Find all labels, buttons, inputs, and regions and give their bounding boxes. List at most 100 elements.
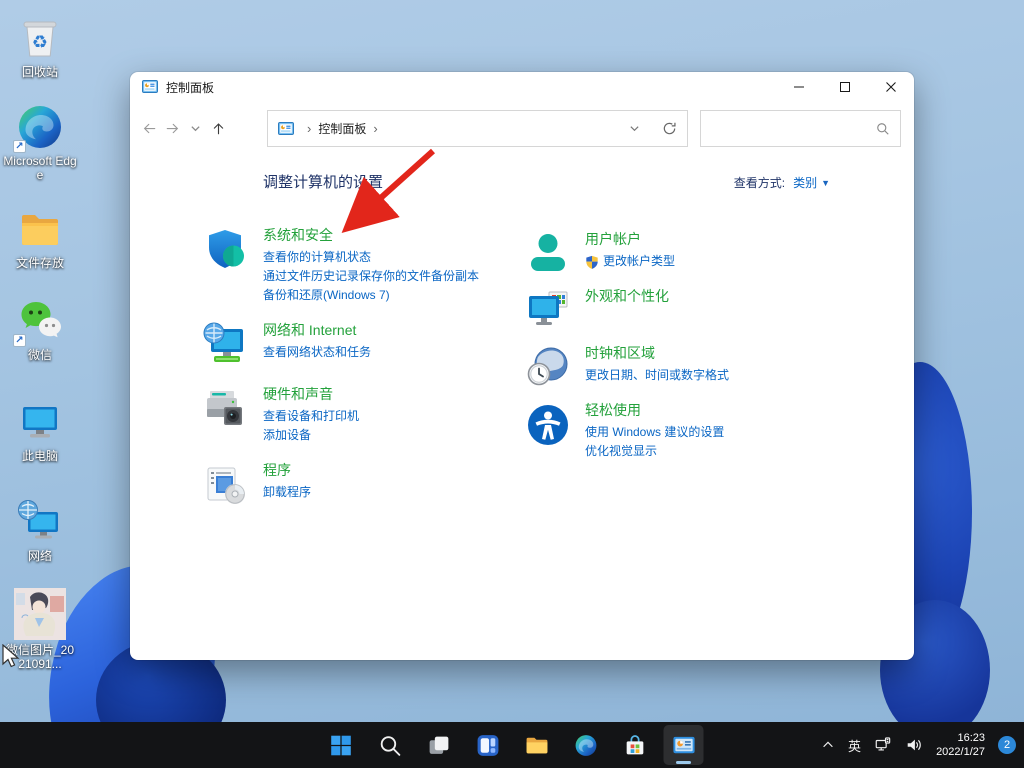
- image-file-icon: [14, 588, 66, 640]
- recycle-bin-icon: ♻: [16, 14, 64, 62]
- category-title-link[interactable]: 硬件和声音: [263, 384, 359, 404]
- category-network-internet: 网络和 Internet 查看网络状态和任务: [202, 317, 524, 369]
- category-sub-link[interactable]: 查看设备和打印机: [263, 407, 359, 426]
- desktop-icon-label: 回收站: [22, 65, 58, 79]
- desktop: ♻回收站↗Microsoft Edge文件存放↗微信此电脑网络微信图片_2021…: [0, 0, 1024, 768]
- up-icon[interactable]: [211, 116, 226, 140]
- user-accounts-icon: [524, 230, 572, 278]
- taskbar-store-button[interactable]: [615, 725, 655, 765]
- category-title-link[interactable]: 程序: [263, 460, 311, 480]
- close-button[interactable]: [868, 72, 914, 102]
- desktop-icon-this-pc[interactable]: 此电脑: [2, 398, 78, 463]
- history-chevron-icon[interactable]: [188, 116, 203, 140]
- window-titlebar[interactable]: 控制面板: [130, 72, 914, 102]
- taskbar-edge-button[interactable]: [566, 725, 606, 765]
- back-icon[interactable]: [142, 116, 157, 140]
- category-sub-link[interactable]: 卸载程序: [263, 483, 311, 502]
- category-sub-link[interactable]: 使用 Windows 建议的设置: [585, 423, 724, 442]
- category-sub-link[interactable]: 通过文件历史记录保存你的文件备份副本: [263, 267, 479, 286]
- sub-link-label: 添加设备: [263, 426, 311, 445]
- sub-link-label: 卸载程序: [263, 483, 311, 502]
- taskbar-search-button[interactable]: [370, 725, 410, 765]
- tray-date: 2022/1/27: [936, 745, 985, 759]
- category-text: 用户帐户更改帐户类型: [585, 226, 675, 278]
- task-view-icon: [426, 733, 451, 758]
- mouse-cursor: [1, 644, 23, 670]
- widgets-icon: [475, 733, 500, 758]
- category-hardware-sound: 硬件和声音查看设备和打印机添加设备: [202, 381, 524, 445]
- search-icon: [377, 733, 402, 758]
- taskbar-control-panel-button[interactable]: [664, 725, 704, 765]
- category-sub-link[interactable]: 更改帐户类型: [585, 252, 675, 271]
- network-tray-icon[interactable]: [874, 736, 892, 754]
- view-by-dropdown[interactable]: 类别 ▼: [793, 174, 830, 191]
- category-list: 系统和安全查看你的计算机状态通过文件历史记录保存你的文件备份副本备份和还原(Wi…: [202, 222, 874, 509]
- desktop-icon-label: Microsoft Edge: [3, 154, 77, 182]
- category-title-link[interactable]: 网络和 Internet: [263, 320, 371, 340]
- category-title-link[interactable]: 系统和安全: [263, 225, 479, 245]
- category-title-link[interactable]: 轻松使用: [585, 400, 724, 420]
- category-text: 时钟和区域更改日期、时间或数字格式: [585, 340, 729, 392]
- sub-link-label: 使用 Windows 建议的设置: [585, 423, 724, 442]
- shortcut-arrow-icon: ↗: [13, 140, 26, 153]
- category-clock-region: 时钟和区域更改日期、时间或数字格式: [524, 340, 874, 392]
- notification-badge[interactable]: 2: [998, 736, 1016, 754]
- navigation-bar: › 控制面板 ›: [130, 104, 914, 153]
- minimize-button[interactable]: [776, 72, 822, 102]
- volume-icon[interactable]: [905, 736, 923, 754]
- maximize-button[interactable]: [822, 72, 868, 102]
- breadcrumb-control-panel[interactable]: 控制面板: [318, 120, 366, 137]
- address-bar[interactable]: › 控制面板 ›: [267, 110, 688, 147]
- desktop-icon-recycle-bin[interactable]: ♻ 回收站: [2, 14, 78, 79]
- tray-overflow-chevron-icon[interactable]: [821, 738, 835, 752]
- category-sub-link[interactable]: 备份和还原(Windows 7): [263, 286, 479, 305]
- view-by-label: 查看方式:: [734, 174, 785, 191]
- ease-of-access-icon: [524, 401, 572, 449]
- category-sub-link[interactable]: 查看你的计算机状态: [263, 248, 479, 267]
- taskbar-task-view-button[interactable]: [419, 725, 459, 765]
- forward-icon[interactable]: [165, 116, 180, 140]
- tray-time: 16:23: [936, 731, 985, 745]
- taskbar: 英 16:23 2022/1/27 2: [0, 722, 1024, 768]
- taskbar-widgets-button[interactable]: [468, 725, 508, 765]
- desktop-icon-network-pc[interactable]: 网络: [2, 498, 78, 563]
- category-sub-link[interactable]: 查看网络状态和任务: [263, 343, 371, 362]
- search-icon[interactable]: [876, 122, 890, 136]
- desktop-icon-wechat[interactable]: ↗微信: [2, 297, 78, 362]
- desktop-icon-label: 微信: [28, 348, 52, 362]
- refresh-icon[interactable]: [662, 121, 677, 136]
- desktop-icon-folder[interactable]: 文件存放: [2, 205, 78, 270]
- this-pc-icon: [16, 398, 64, 446]
- desktop-icon-edge[interactable]: ↗Microsoft Edge: [2, 103, 78, 182]
- category-security: 系统和安全查看你的计算机状态通过文件历史记录保存你的文件备份副本备份和还原(Wi…: [202, 222, 524, 305]
- window-title: 控制面板: [166, 79, 214, 96]
- ime-indicator[interactable]: 英: [848, 736, 861, 755]
- edge-icon: ↗: [16, 103, 64, 151]
- category-sub-link[interactable]: 添加设备: [263, 426, 359, 445]
- taskbar-file-explorer-button[interactable]: [517, 725, 557, 765]
- category-title-link[interactable]: 时钟和区域: [585, 343, 729, 363]
- category-appearance: 外观和个性化: [524, 283, 874, 335]
- control-panel-icon: [142, 79, 158, 95]
- breadcrumb-separator: ›: [307, 121, 311, 136]
- network-pc-icon: [16, 498, 64, 546]
- category-title-link[interactable]: 外观和个性化: [585, 286, 669, 306]
- file-explorer-icon: [524, 733, 549, 758]
- breadcrumb-separator: ›: [373, 121, 377, 136]
- category-title-link[interactable]: 用户帐户: [585, 229, 675, 249]
- sub-link-label: 查看设备和打印机: [263, 407, 359, 426]
- clock[interactable]: 16:23 2022/1/27: [936, 731, 985, 759]
- control-panel-window: 控制面板: [130, 72, 914, 660]
- category-sub-link[interactable]: 优化视觉显示: [585, 442, 724, 461]
- chevron-down-icon: ▼: [821, 178, 830, 188]
- desktop-icon-label: 文件存放: [16, 256, 64, 270]
- sub-link-label: 查看网络状态和任务: [263, 343, 371, 362]
- taskbar-start-button[interactable]: [321, 725, 361, 765]
- desktop-icon-label: 网络: [28, 549, 52, 563]
- search-input[interactable]: [711, 122, 876, 136]
- sub-link-label: 更改日期、时间或数字格式: [585, 366, 729, 385]
- address-chevron-icon[interactable]: [629, 123, 640, 134]
- category-sub-link[interactable]: 更改日期、时间或数字格式: [585, 366, 729, 385]
- control-panel-icon: [671, 733, 696, 758]
- appearance-icon: [524, 287, 572, 335]
